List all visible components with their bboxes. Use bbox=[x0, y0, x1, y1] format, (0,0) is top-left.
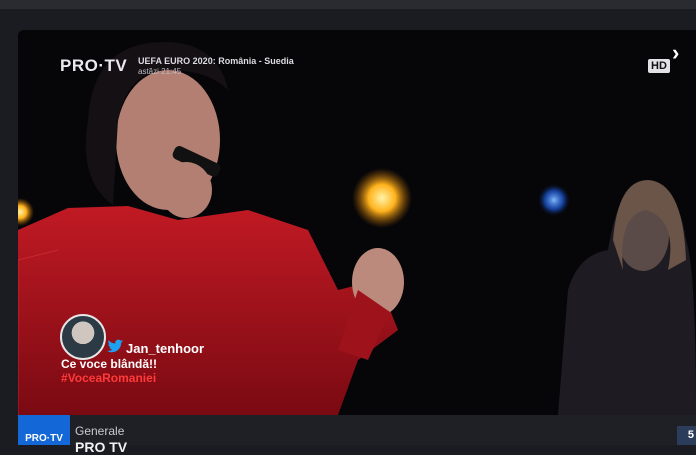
singer-hand bbox=[160, 162, 212, 218]
twitter-bird-icon bbox=[107, 339, 124, 353]
channel-info-bar: PRO·TV Generale PRO TV 5 bbox=[18, 415, 696, 455]
tweet-hashtag: #VoceaRomaniei bbox=[61, 371, 157, 385]
chevron-right-icon[interactable]: › bbox=[672, 40, 679, 66]
video-player[interactable]: PRO·TV UEFA EURO 2020: România - Suedia … bbox=[18, 30, 696, 415]
hd-badge: HD bbox=[648, 59, 670, 73]
match-promo-title: UEFA EURO 2020: România - Suedia bbox=[138, 56, 294, 66]
stage-light-orange bbox=[352, 168, 412, 228]
channel-logo[interactable]: PRO·TV bbox=[18, 415, 70, 445]
match-promo-time: astăzi 21:45 bbox=[138, 67, 182, 76]
top-bar bbox=[0, 0, 696, 9]
side-button[interactable]: 5 bbox=[677, 426, 696, 445]
stage-light-blue bbox=[538, 184, 570, 216]
tweet-text: Ce voce blândă!! bbox=[61, 357, 158, 371]
channel-category: Generale bbox=[75, 424, 125, 438]
tweet-handle: Jan_tenhoor bbox=[126, 341, 205, 356]
channel-watermark: PRO·TV bbox=[60, 56, 128, 75]
channel-name[interactable]: PRO TV bbox=[75, 439, 127, 455]
user-avatar bbox=[60, 314, 106, 360]
